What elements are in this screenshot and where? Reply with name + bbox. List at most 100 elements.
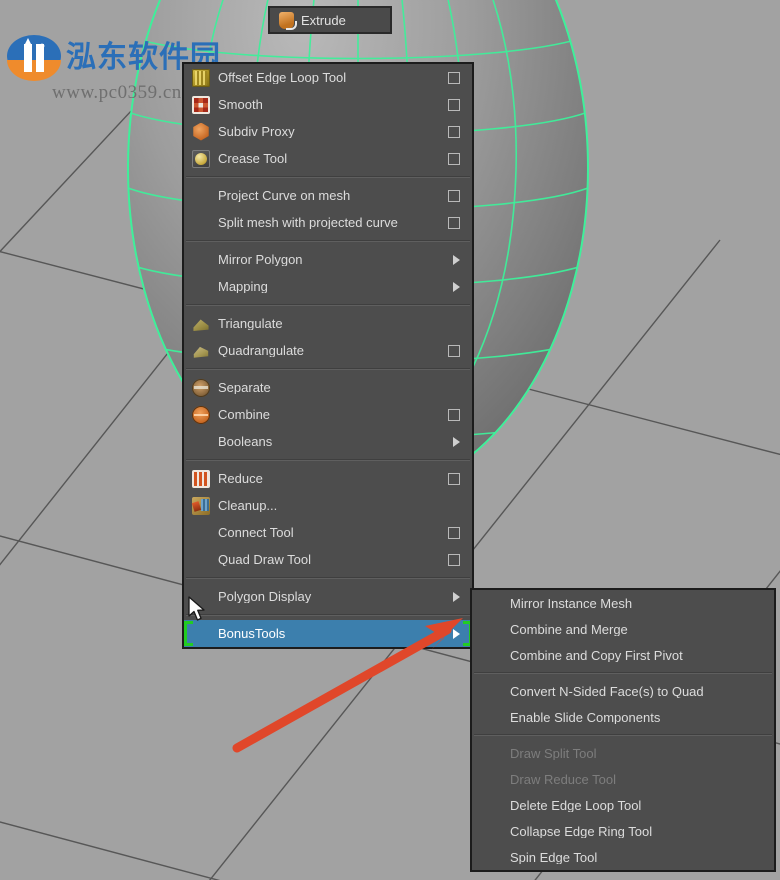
option-box-reduce[interactable] [448, 472, 460, 485]
menu-item-booleans[interactable]: Booleans [184, 428, 472, 455]
menu-item-label: Polygon Display [218, 590, 312, 603]
menu-item-split-mesh-with-projected-curve[interactable]: Split mesh with projected curve [184, 209, 472, 236]
crease-tool-icon [192, 149, 210, 168]
menu-item-separate[interactable]: Separate [184, 374, 472, 401]
menu-item-quadrangulate[interactable]: Quadrangulate [184, 337, 472, 364]
menu-item-polygon-display[interactable]: Polygon Display [184, 583, 472, 610]
option-box-quadrangulate[interactable] [448, 344, 460, 357]
menu-item-offset-edge-loop-tool[interactable]: Offset Edge Loop Tool [184, 64, 472, 91]
option-box-crease-tool[interactable] [448, 152, 460, 165]
option-box-subdiv-proxy[interactable] [448, 125, 460, 138]
submenu-arrow-icon [453, 591, 460, 602]
menu-item-label: Draw Reduce Tool [510, 772, 616, 786]
menu-item-convert-n-sided-face-s-to-quad[interactable]: Convert N-Sided Face(s) to Quad [472, 678, 774, 704]
menu-item-enable-slide-components[interactable]: Enable Slide Components [472, 704, 774, 730]
menu-item-icon-placeholder [192, 433, 210, 451]
option-box-smooth[interactable] [448, 98, 460, 111]
smooth-icon [192, 95, 210, 114]
submenu-arrow-icon [453, 281, 460, 292]
menu-item-label: Connect Tool [218, 526, 294, 539]
menu-item-cleanup[interactable]: Cleanup... [184, 492, 472, 519]
menu-item-label: Project Curve on mesh [218, 189, 351, 202]
menu-item-connect-tool[interactable]: Connect Tool [184, 519, 472, 546]
menu-item-label: Triangulate [218, 317, 283, 330]
menu-item-label: Mapping [218, 280, 268, 293]
offset-edge-loop-icon [192, 68, 210, 87]
menu-item-label: Reduce [218, 472, 263, 485]
menu-item-icon-placeholder [192, 524, 210, 542]
menu-item-label: Collapse Edge Ring Tool [510, 824, 653, 838]
subdiv-proxy-icon [192, 122, 210, 141]
menu-item-label: Combine [218, 408, 271, 421]
menu-item-label: Combine and Copy First Pivot [510, 648, 683, 662]
option-box-project-curve-on-mesh[interactable] [448, 189, 460, 202]
menu-item-subdiv-proxy[interactable]: Subdiv Proxy [184, 118, 472, 145]
menu-item-draw-reduce-tool: Draw Reduce Tool [472, 766, 774, 792]
menu-item-triangulate[interactable]: Triangulate [184, 310, 472, 337]
menu-item-mapping[interactable]: Mapping [184, 273, 472, 300]
menu-item-delete-edge-loop-tool[interactable]: Delete Edge Loop Tool [472, 792, 774, 818]
option-box-connect-tool[interactable] [448, 526, 460, 539]
menu-item-collapse-edge-ring-tool[interactable]: Collapse Edge Ring Tool [472, 818, 774, 844]
menu-item-label: Spin Edge Tool [510, 850, 598, 864]
menu-separator [186, 614, 470, 616]
menu-item-label: Cleanup... [218, 499, 278, 512]
menu-item-label: Draw Split Tool [510, 746, 597, 760]
menu-item-quad-draw-tool[interactable]: Quad Draw Tool [184, 546, 472, 573]
menu-item-icon-placeholder [192, 187, 210, 205]
extrude-icon [279, 11, 297, 30]
menu-item-label: Smooth [218, 98, 263, 111]
extrude-tooltip: Extrude [268, 6, 392, 34]
menu-item-label: Subdiv Proxy [218, 125, 295, 138]
menu-separator [186, 240, 470, 242]
menu-item-bonustools[interactable]: BonusTools [184, 620, 472, 647]
menu-separator [186, 304, 470, 306]
option-box-quad-draw-tool[interactable] [448, 553, 460, 566]
menu-item-combine[interactable]: Combine [184, 401, 472, 428]
menu-item-label: Quad Draw Tool [218, 553, 311, 566]
submenu-arrow-icon [453, 436, 460, 447]
menu-item-icon-placeholder [192, 551, 210, 569]
combine-icon [192, 405, 210, 424]
menu-item-label: Delete Edge Loop Tool [510, 798, 642, 812]
separate-icon [192, 378, 210, 397]
menu-item-label: Convert N-Sided Face(s) to Quad [510, 684, 704, 698]
submenu-arrow-icon [453, 254, 460, 265]
menu-item-reduce[interactable]: Reduce [184, 465, 472, 492]
menu-item-draw-split-tool: Draw Split Tool [472, 740, 774, 766]
cleanup-icon [192, 496, 210, 515]
reduce-icon [192, 469, 210, 488]
menu-item-label: Quadrangulate [218, 344, 305, 357]
quadrangulate-icon [192, 342, 210, 360]
menu-item-crease-tool[interactable]: Crease Tool [184, 145, 472, 172]
menu-item-label: Booleans [218, 435, 273, 448]
option-box-split-mesh-with-projected-curve[interactable] [448, 216, 460, 229]
triangulate-icon [192, 315, 210, 333]
menu-item-mirror-polygon[interactable]: Mirror Polygon [184, 246, 472, 273]
mesh-context-menu[interactable]: Offset Edge Loop Tool Smooth Subdiv Proxy C… [182, 62, 474, 649]
menu-item-combine-and-merge[interactable]: Combine and Merge [472, 616, 774, 642]
menu-item-label: Offset Edge Loop Tool [218, 71, 347, 84]
menu-item-icon-placeholder [192, 625, 210, 643]
menu-item-label: Separate [218, 381, 271, 394]
menu-item-label: Mirror Instance Mesh [510, 596, 633, 610]
menu-separator [186, 577, 470, 579]
menu-item-combine-and-copy-first-pivot[interactable]: Combine and Copy First Pivot [472, 642, 774, 668]
menu-item-label: Enable Slide Components [510, 710, 661, 724]
menu-item-label: Crease Tool [218, 152, 288, 165]
menu-separator [186, 459, 470, 461]
option-box-combine[interactable] [448, 408, 460, 421]
menu-item-project-curve-on-mesh[interactable]: Project Curve on mesh [184, 182, 472, 209]
menu-item-label: Combine and Merge [510, 622, 628, 636]
menu-separator [186, 368, 470, 370]
menu-separator [186, 176, 470, 178]
menu-item-mirror-instance-mesh[interactable]: Mirror Instance Mesh [472, 590, 774, 616]
menu-separator [474, 734, 772, 736]
submenu-arrow-icon [453, 628, 460, 639]
menu-item-label: BonusTools [218, 627, 286, 640]
menu-item-icon-placeholder [192, 278, 210, 296]
bonustools-submenu[interactable]: Mirror Instance Mesh Combine and Merge Com… [470, 588, 776, 872]
option-box-offset-edge-loop-tool[interactable] [448, 71, 460, 84]
menu-item-spin-edge-tool[interactable]: Spin Edge Tool [472, 844, 774, 870]
menu-item-smooth[interactable]: Smooth [184, 91, 472, 118]
